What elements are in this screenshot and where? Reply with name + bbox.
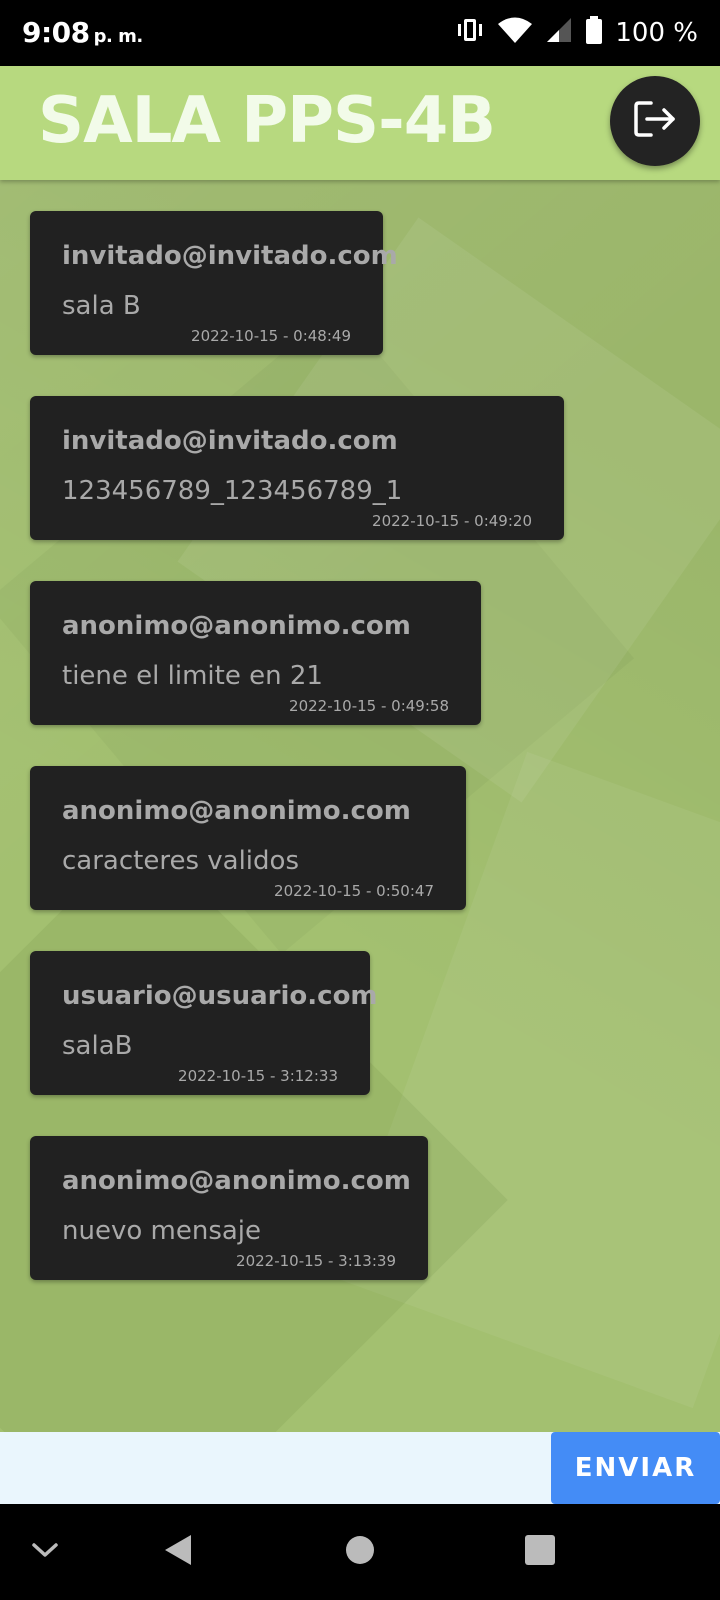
chevron-down-icon [30, 1540, 60, 1565]
message-timestamp: 2022-10-15 - 0:50:47 [274, 882, 434, 900]
chat-message: invitado@invitado.com sala B 2022-10-15 … [30, 211, 398, 355]
signal-icon [545, 16, 573, 49]
message-sender: invitado@invitado.com [62, 241, 398, 271]
clock-time: 9:08 [22, 16, 90, 49]
send-button[interactable]: ENVIAR [551, 1432, 720, 1504]
nav-back-button[interactable] [133, 1504, 223, 1600]
message-text: salaB [62, 1031, 133, 1061]
message-sender: anonimo@anonimo.com [62, 1166, 411, 1196]
logout-button[interactable] [610, 76, 700, 166]
message-timestamp: 2022-10-15 - 0:49:20 [372, 512, 532, 530]
message-timestamp: 2022-10-15 - 0:49:58 [289, 697, 449, 715]
nav-home-button[interactable] [315, 1504, 405, 1600]
chat-message: invitado@invitado.com 123456789_12345678… [30, 396, 564, 540]
chat-message: anonimo@anonimo.com nuevo mensaje 2022-1… [30, 1136, 428, 1280]
message-text: tiene el limite en 21 [62, 661, 323, 691]
message-sender: invitado@invitado.com [62, 426, 398, 456]
back-icon [162, 1533, 194, 1572]
status-bar: 9:08 p. m. 100 % [0, 0, 720, 66]
page-title: SALA PPS-4B [38, 84, 496, 158]
message-timestamp: 2022-10-15 - 3:13:39 [236, 1252, 396, 1270]
background-shape [0, 832, 508, 1432]
system-nav-bar [0, 1504, 720, 1600]
message-input[interactable] [0, 1432, 550, 1504]
recents-icon [524, 1534, 556, 1571]
clock-suffix: p. m. [93, 26, 144, 47]
message-sender: anonimo@anonimo.com [62, 796, 411, 826]
app-header: SALA PPS-4B [0, 66, 720, 180]
logout-icon [633, 99, 677, 144]
nav-recents-button[interactable] [495, 1504, 585, 1600]
message-text: caracteres validos [62, 846, 299, 876]
message-timestamp: 2022-10-15 - 0:48:49 [191, 327, 351, 345]
status-time: 9:08 p. m. [22, 16, 143, 49]
message-composer: ENVIAR [0, 1432, 720, 1504]
vibrate-icon [455, 16, 485, 49]
chat-message: usuario@usuario.com salaB 2022-10-15 - 3… [30, 951, 378, 1095]
chat-message: anonimo@anonimo.com caracteres validos 2… [30, 766, 466, 910]
battery-percentage: 100 % [615, 17, 698, 48]
message-text: nuevo mensaje [62, 1216, 262, 1246]
nav-collapse-button[interactable] [0, 1504, 90, 1600]
home-icon [345, 1535, 375, 1570]
message-sender: anonimo@anonimo.com [62, 611, 411, 641]
status-icons: 100 % [455, 16, 698, 49]
battery-icon [585, 16, 603, 49]
message-timestamp: 2022-10-15 - 3:12:33 [178, 1067, 338, 1085]
message-text: 123456789_123456789_1 [62, 476, 403, 506]
chat-message: anonimo@anonimo.com tiene el limite en 2… [30, 581, 481, 725]
message-text: sala B [62, 291, 141, 321]
message-sender: usuario@usuario.com [62, 981, 378, 1011]
chat-message-list[interactable]: invitado@invitado.com sala B 2022-10-15 … [0, 180, 720, 1432]
wifi-icon [497, 16, 533, 49]
